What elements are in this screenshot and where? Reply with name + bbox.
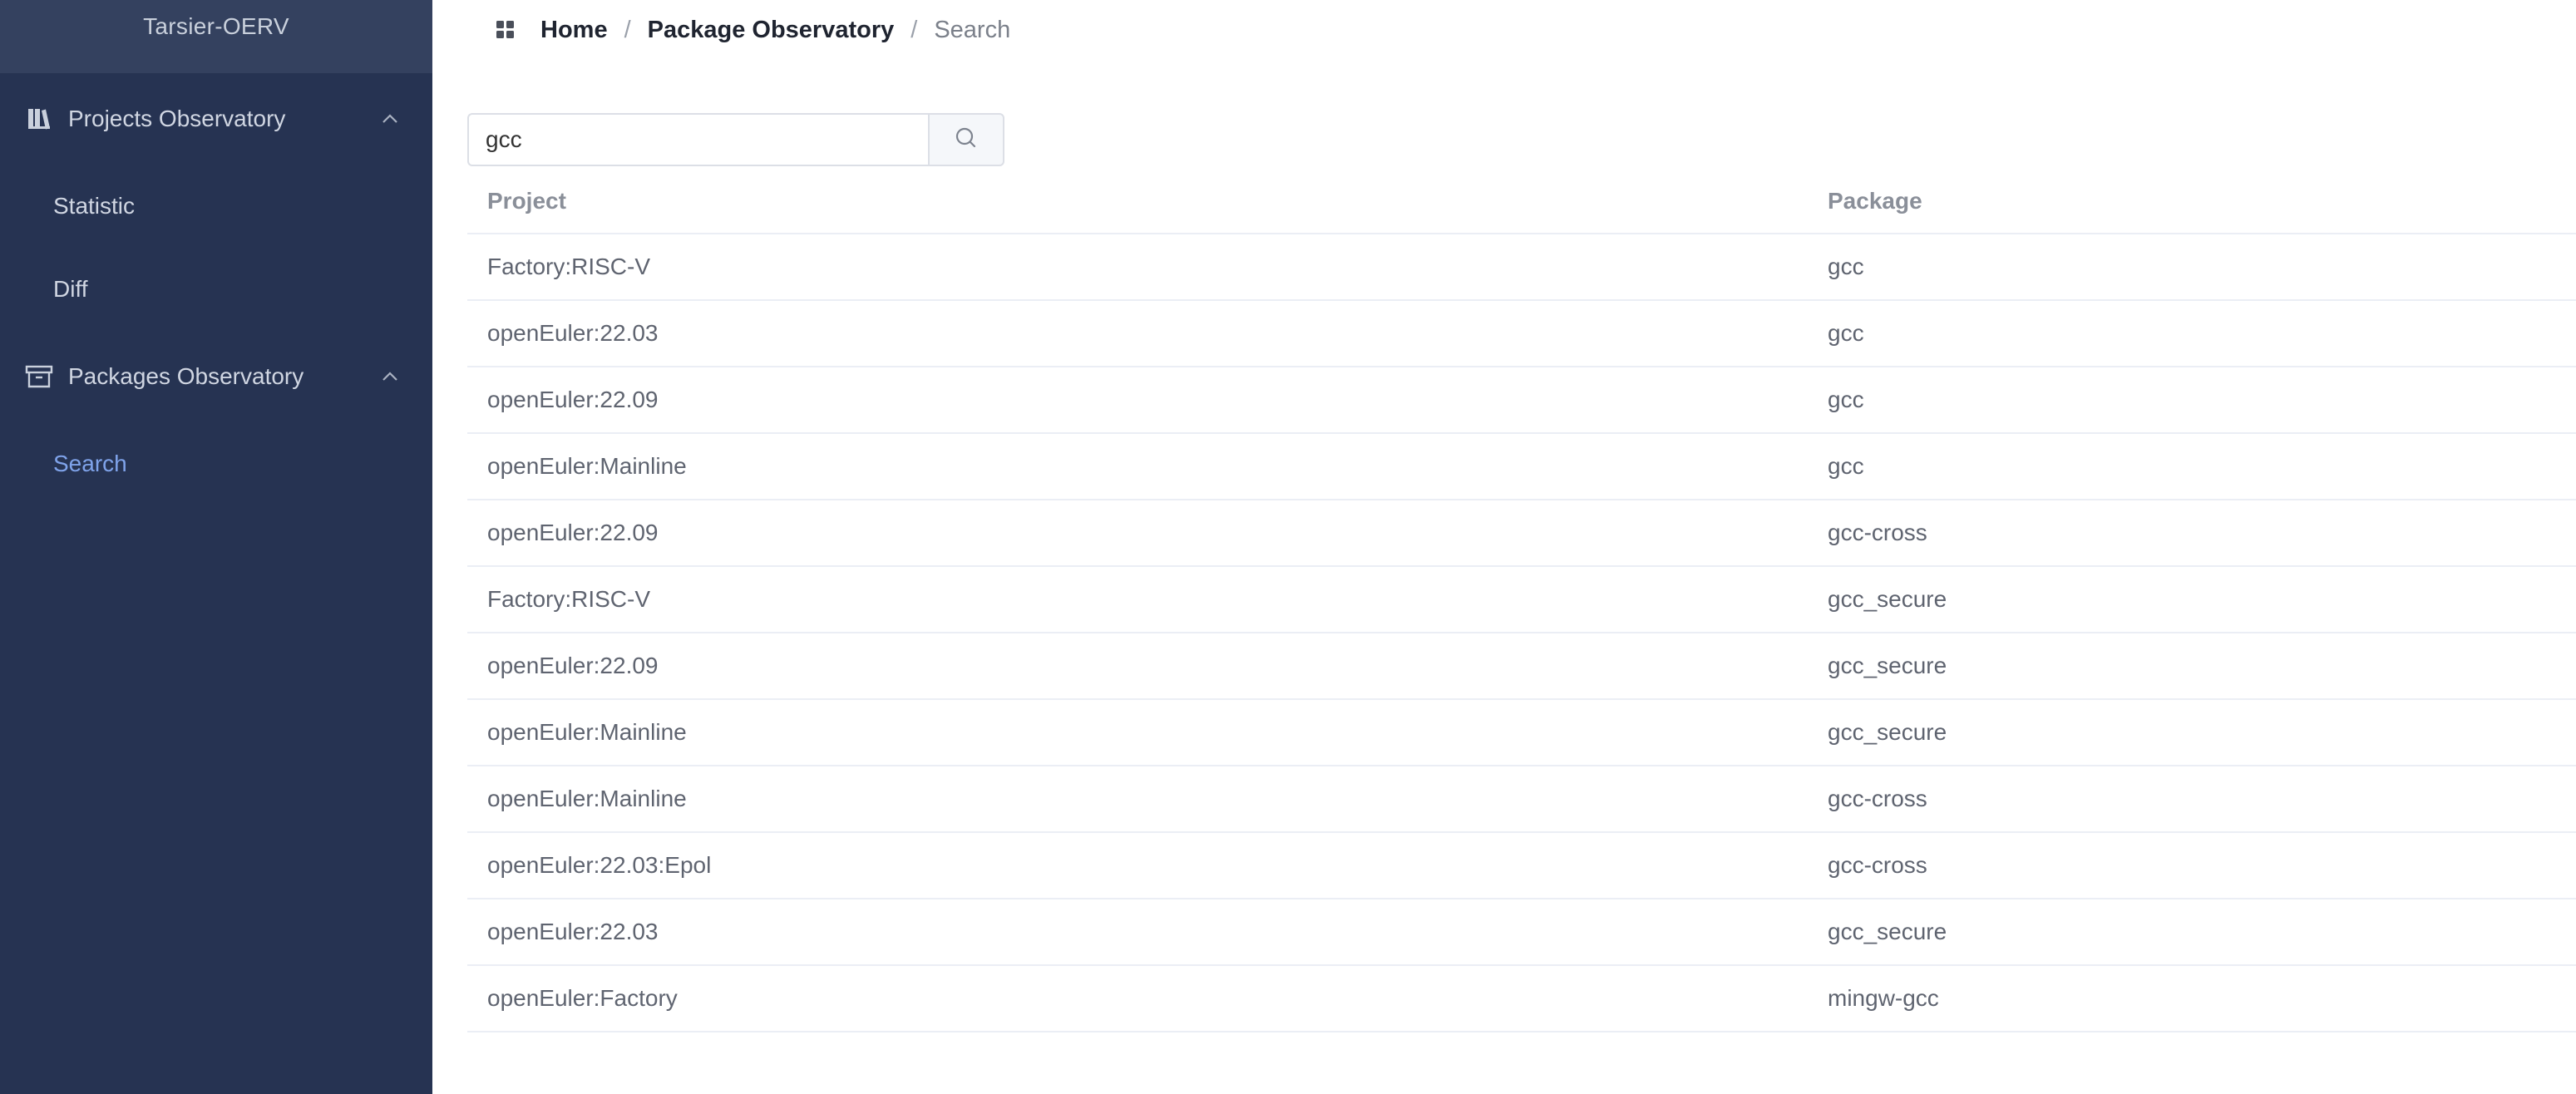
- chevron-up-icon: [381, 367, 399, 386]
- column-header-project[interactable]: Project: [467, 188, 1808, 214]
- sidebar: Tarsier-OERV Projects Observatory Statis…: [0, 0, 432, 1094]
- breadcrumb-current: Search: [934, 16, 1011, 43]
- cell-package: gcc_secure: [1828, 719, 1947, 745]
- cell-project: openEuler:22.03:Epol: [487, 852, 712, 878]
- menu-group-label: Projects Observatory: [68, 106, 286, 131]
- search-button[interactable]: [928, 113, 1004, 166]
- search-input[interactable]: [467, 113, 928, 166]
- table-header: Project Package: [467, 170, 2576, 234]
- cell-project: openEuler:Factory: [487, 985, 678, 1011]
- breadcrumb-home[interactable]: Home: [540, 17, 608, 44]
- cell-project: Factory:RISC-V: [487, 586, 651, 612]
- breadcrumb-separator: /: [910, 16, 918, 43]
- table-row[interactable]: openEuler:Mainline gcc: [467, 434, 2576, 500]
- menu-item-statistic[interactable]: Statistic: [0, 165, 432, 248]
- cell-project: openEuler:22.03: [487, 919, 659, 944]
- cell-project: openEuler:22.09: [487, 520, 659, 545]
- main-content: Home / Package Observatory / Search Proj…: [432, 0, 2576, 1094]
- apps-grid-icon[interactable]: [496, 20, 516, 40]
- table-row[interactable]: openEuler:Mainline gcc_secure: [467, 700, 2576, 766]
- breadcrumb-separator: /: [624, 16, 631, 43]
- cell-package: gcc_secure: [1828, 586, 1947, 612]
- chevron-up-icon: [381, 110, 399, 128]
- table-row[interactable]: openEuler:22.09 gcc-cross: [467, 500, 2576, 567]
- table-row[interactable]: openEuler:22.09 gcc: [467, 367, 2576, 434]
- cell-project: Factory:RISC-V: [487, 254, 651, 279]
- breadcrumb: Home / Package Observatory / Search: [540, 12, 1010, 48]
- breadcrumb-package-observatory[interactable]: Package Observatory: [648, 17, 895, 44]
- cell-project: openEuler:22.09: [487, 653, 659, 678]
- menu-item-diff[interactable]: Diff: [0, 248, 432, 331]
- menu-group-packages-observatory[interactable]: Packages Observatory: [0, 331, 432, 422]
- table-body: Factory:RISC-V gcc openEuler:22.03 gcc openE…: [467, 234, 2576, 1032]
- table-row[interactable]: openEuler:22.03 gcc: [467, 301, 2576, 367]
- cell-project: openEuler:22.03: [487, 320, 659, 346]
- cell-package: gcc-cross: [1828, 520, 1927, 545]
- menu-item-search[interactable]: Search: [0, 422, 432, 505]
- cell-project: openEuler:Mainline: [487, 719, 687, 745]
- table-row[interactable]: openEuler:Factory mingw-gcc: [467, 966, 2576, 1032]
- table-row[interactable]: openEuler:22.03 gcc_secure: [467, 899, 2576, 966]
- results-table: Project Package Factory:RISC-V gcc openEul…: [467, 170, 2576, 1032]
- cell-project: openEuler:22.09: [487, 387, 659, 412]
- cell-package: gcc-cross: [1828, 852, 1927, 878]
- search-icon: [955, 126, 978, 154]
- cell-package: gcc_secure: [1828, 653, 1947, 678]
- table-row[interactable]: openEuler:22.03:Epol gcc-cross: [467, 833, 2576, 899]
- archive-box-icon: [25, 362, 53, 391]
- table-row[interactable]: openEuler:Mainline gcc-cross: [467, 766, 2576, 833]
- cell-package: gcc: [1828, 453, 1864, 479]
- cell-project: openEuler:Mainline: [487, 786, 687, 811]
- app-brand: Tarsier-OERV: [0, 0, 432, 73]
- cell-package: gcc: [1828, 254, 1864, 279]
- table-row[interactable]: openEuler:22.09 gcc_secure: [467, 633, 2576, 700]
- cell-package: mingw-gcc: [1828, 985, 1939, 1011]
- library-icon: [25, 105, 53, 133]
- menu-group-label: Packages Observatory: [68, 363, 304, 389]
- column-header-package[interactable]: Package: [1808, 188, 2576, 214]
- cell-package: gcc-cross: [1828, 786, 1927, 811]
- table-row[interactable]: Factory:RISC-V gcc: [467, 234, 2576, 301]
- cell-project: openEuler:Mainline: [487, 453, 687, 479]
- search-bar: [467, 113, 1004, 166]
- cell-package: gcc: [1828, 320, 1864, 346]
- cell-package: gcc_secure: [1828, 919, 1947, 944]
- table-row[interactable]: Factory:RISC-V gcc_secure: [467, 567, 2576, 633]
- cell-package: gcc: [1828, 387, 1864, 412]
- menu-group-projects-observatory[interactable]: Projects Observatory: [0, 73, 432, 165]
